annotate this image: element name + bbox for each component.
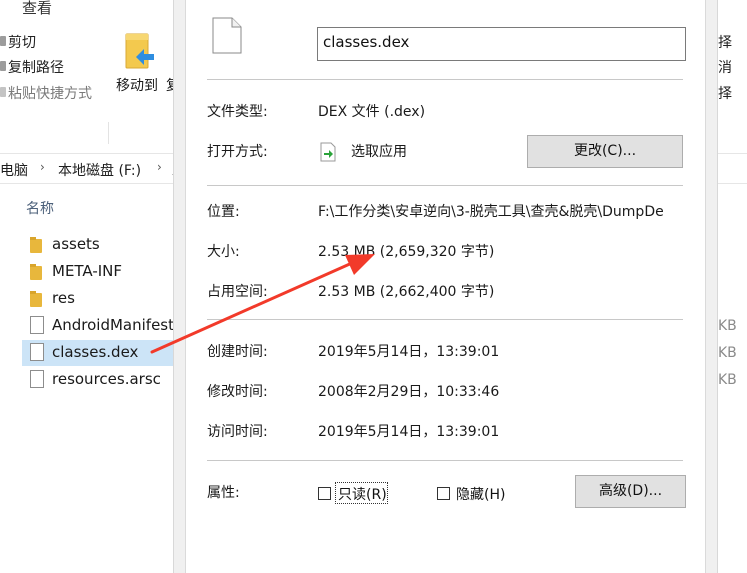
paste-shortcut-button[interactable]: 粘贴快捷方式	[0, 83, 92, 103]
breadcrumb-drive[interactable]: 本地磁盘 (F:)	[58, 160, 141, 180]
readonly-label[interactable]: 只读(R)	[338, 484, 387, 504]
readonly-checkbox[interactable]	[318, 487, 331, 500]
folder-icon	[30, 264, 42, 280]
cut-button[interactable]: 剪切	[0, 32, 36, 52]
app-picker-icon	[320, 142, 336, 162]
file-name: classes.dex	[52, 343, 139, 361]
tab-view[interactable]: 查看	[22, 0, 52, 18]
ribbon-select-item-3[interactable]: 择	[718, 83, 732, 103]
file-size: KB	[718, 318, 737, 334]
file-name: res	[52, 289, 75, 307]
file-item-assets[interactable]: assets	[22, 232, 188, 258]
open-with-label: 打开方式:	[207, 144, 268, 160]
divider	[207, 460, 683, 461]
file-item-androidmanifest[interactable]: AndroidManifest	[22, 313, 188, 339]
file-type-label: 文件类型:	[207, 104, 268, 120]
file-name: AndroidManifest	[52, 316, 175, 334]
copy-path-icon	[0, 61, 6, 71]
file-item-res[interactable]: res	[22, 286, 188, 312]
disk-size-label: 占用空间:	[207, 284, 268, 300]
file-item-classes-dex[interactable]: classes.dex	[22, 340, 188, 366]
filename-input[interactable]: classes.dex	[317, 27, 686, 61]
location-label: 位置:	[207, 204, 240, 220]
copy-path-button[interactable]: 复制路径	[0, 57, 64, 77]
move-to-folder-icon	[125, 33, 154, 69]
file-name: META-INF	[52, 262, 123, 280]
cut-label: 剪切	[8, 35, 36, 51]
ribbon-select-item-1[interactable]: 择	[718, 32, 732, 52]
file-name: resources.arsc	[52, 370, 161, 388]
move-to-button[interactable]: 移动到	[116, 75, 158, 95]
disk-size-value: 2.53 MB (2,662,400 字节)	[318, 284, 495, 300]
size-label: 大小:	[207, 244, 240, 260]
attributes-label: 属性:	[207, 485, 240, 501]
modified-label: 修改时间:	[207, 384, 268, 400]
advanced-button[interactable]: 高级(D)...	[575, 475, 686, 508]
file-name: assets	[52, 235, 100, 253]
ribbon-separator	[108, 122, 109, 144]
file-item-meta-inf[interactable]: META-INF	[22, 259, 188, 285]
size-value: 2.53 MB (2,659,320 字节)	[318, 244, 495, 260]
column-header-name[interactable]: 名称	[26, 198, 54, 218]
folder-icon	[30, 291, 42, 307]
change-button[interactable]: 更改(C)...	[527, 135, 683, 168]
paste-shortcut-icon	[0, 87, 6, 97]
ribbon-select-item-2[interactable]: 消	[718, 57, 732, 77]
file-size: KB	[718, 345, 737, 361]
divider	[207, 319, 683, 320]
location-value: F:\工作分类\安卓逆向\3-脱壳工具\查壳&脱壳\DumpDe	[318, 204, 664, 220]
document-icon	[30, 370, 44, 388]
created-value: 2019年5月14日，13:39:01	[318, 344, 500, 360]
breadcrumb-separator-icon[interactable]: ›	[157, 160, 162, 174]
divider	[207, 79, 683, 80]
file-type-icon	[212, 17, 242, 54]
paste-shortcut-label: 粘贴快捷方式	[8, 86, 92, 102]
modified-value: 2008年2月29日，10:33:46	[318, 384, 500, 400]
copy-path-label: 复制路径	[8, 60, 64, 76]
scissors-icon	[0, 36, 6, 46]
hidden-checkbox[interactable]	[437, 487, 450, 500]
accessed-value: 2019年5月14日，13:39:01	[318, 424, 500, 440]
folder-icon	[30, 237, 42, 253]
file-size: KB	[718, 372, 737, 388]
file-type-value: DEX 文件 (.dex)	[318, 104, 426, 120]
divider	[207, 185, 683, 186]
breadcrumb-computer[interactable]: 电脑	[0, 160, 28, 180]
created-label: 创建时间:	[207, 344, 268, 360]
breadcrumb-separator-icon[interactable]: ›	[40, 160, 45, 174]
document-icon	[30, 343, 44, 361]
file-item-resources-arsc[interactable]: resources.arsc	[22, 367, 188, 393]
hidden-label[interactable]: 隐藏(H)	[456, 484, 505, 504]
document-icon	[30, 316, 44, 334]
open-with-value: 选取应用	[351, 144, 407, 160]
accessed-label: 访问时间:	[207, 424, 268, 440]
